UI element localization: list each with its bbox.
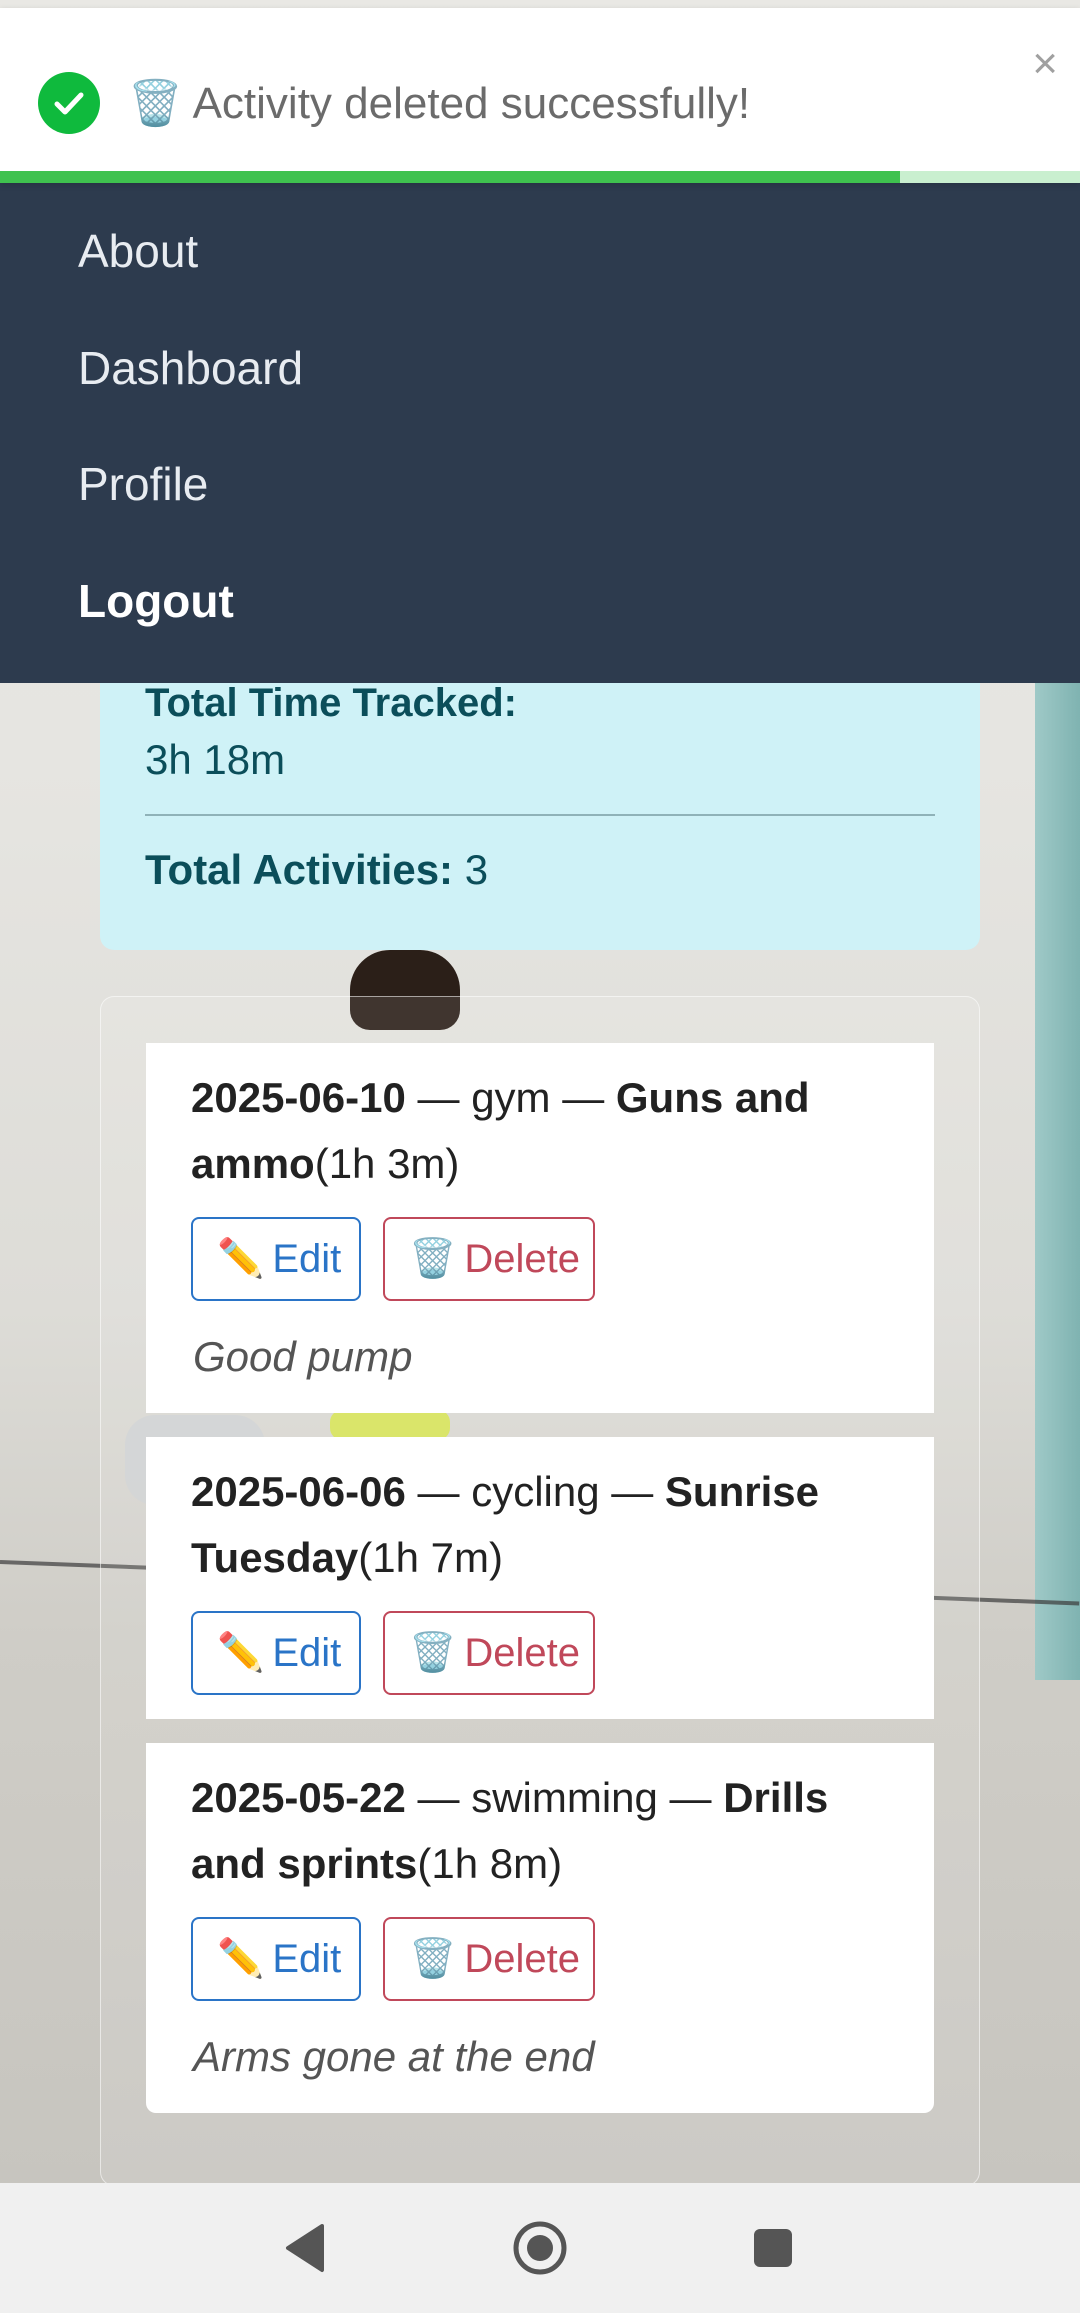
total-time-value: 3h 18m <box>145 736 286 783</box>
activity-duration: (1h 7m) <box>358 1534 503 1581</box>
home-icon[interactable] <box>495 2183 585 2313</box>
nav-item-dashboard[interactable]: Dashboard <box>78 338 303 398</box>
activity-title: 2025-06-06 — cycling — Sunrise Tuesday(1… <box>191 1459 901 1591</box>
activity-card: 2025-06-10 — gym — Guns and ammo(1h 3m) … <box>146 1043 934 1413</box>
edit-button[interactable]: ✏️ Edit <box>191 1217 361 1301</box>
activity-card: 2025-05-22 — swimming — Drills and sprin… <box>146 1743 934 2113</box>
check-circle-icon <box>38 72 100 134</box>
total-activities-value: 3 <box>464 846 489 893</box>
activity-duration: (1h 8m) <box>417 1840 563 1887</box>
activity-date: 2025-05-22 <box>191 1774 406 1821</box>
delete-label: Delete <box>464 1630 580 1675</box>
activity-type: cycling <box>471 1468 600 1515</box>
delete-button[interactable]: 🗑️ Delete <box>383 1217 595 1301</box>
activity-card: 2025-06-06 — cycling — Sunrise Tuesday(1… <box>146 1437 934 1719</box>
total-activities-row: Total Activities: 3 <box>145 845 488 895</box>
separator: — <box>405 1468 472 1515</box>
separator: — <box>550 1074 616 1121</box>
stats-divider <box>145 814 935 816</box>
delete-label: Delete <box>464 1936 580 1981</box>
nav-item-about[interactable]: About <box>78 221 198 281</box>
activity-title: 2025-06-10 — gym — Guns and ammo(1h 3m) <box>191 1065 901 1197</box>
pencil-icon: ✏️ <box>217 1938 265 1980</box>
pencil-icon: ✏️ <box>217 1238 265 1280</box>
activity-date: 2025-06-06 <box>191 1468 406 1515</box>
activity-title: 2025-05-22 — swimming — Drills and sprin… <box>191 1765 901 1897</box>
total-time-label: Total Time Tracked: <box>145 681 517 725</box>
delete-label: Delete <box>464 1236 580 1281</box>
activity-type: gym <box>471 1074 551 1121</box>
delete-button[interactable]: 🗑️ Delete <box>383 1917 595 2001</box>
edit-label: Edit <box>272 1236 342 1281</box>
back-icon[interactable] <box>260 2183 350 2313</box>
separator: — <box>405 1074 472 1121</box>
system-nav-bar <box>0 2183 1080 2313</box>
separator: — <box>599 1468 665 1515</box>
nav-item-logout[interactable]: Logout <box>78 571 234 631</box>
background-wall-edge <box>1035 680 1080 1680</box>
recents-icon[interactable] <box>728 2183 818 2313</box>
close-icon[interactable]: × <box>1032 42 1058 86</box>
nav-item-profile[interactable]: Profile <box>78 454 208 514</box>
trash-icon: 🗑️ <box>409 1238 457 1280</box>
edit-label: Edit <box>272 1630 342 1675</box>
pencil-icon: ✏️ <box>217 1632 265 1674</box>
trash-icon: 🗑️ <box>409 1938 457 1980</box>
separator: — <box>657 1774 724 1821</box>
activity-note: Good pump <box>193 1333 413 1380</box>
activity-note: Arms gone at the end <box>193 2033 595 2080</box>
edit-button[interactable]: ✏️ Edit <box>191 1917 361 2001</box>
stats-card: Total Time Tracked: 3h 18m Total Activit… <box>100 680 980 950</box>
toast-message: 🗑️ Activity deleted successfully! <box>128 79 751 128</box>
trash-icon: 🗑️ <box>409 1632 457 1674</box>
separator: — <box>405 1774 472 1821</box>
activity-date: 2025-06-10 <box>191 1074 406 1121</box>
edit-button[interactable]: ✏️ Edit <box>191 1611 361 1695</box>
edit-label: Edit <box>272 1936 342 1981</box>
delete-button[interactable]: 🗑️ Delete <box>383 1611 595 1695</box>
total-activities-label: Total Activities: <box>145 846 454 893</box>
nav-menu: About Dashboard Profile Logout <box>0 183 1080 683</box>
toast-progress-bar <box>0 171 900 183</box>
toast-notification: 🗑️ Activity deleted successfully! × <box>0 8 1080 183</box>
activity-type: swimming <box>471 1774 658 1821</box>
toast-progress-track <box>0 171 1080 183</box>
activity-duration: (1h 3m) <box>314 1140 460 1187</box>
